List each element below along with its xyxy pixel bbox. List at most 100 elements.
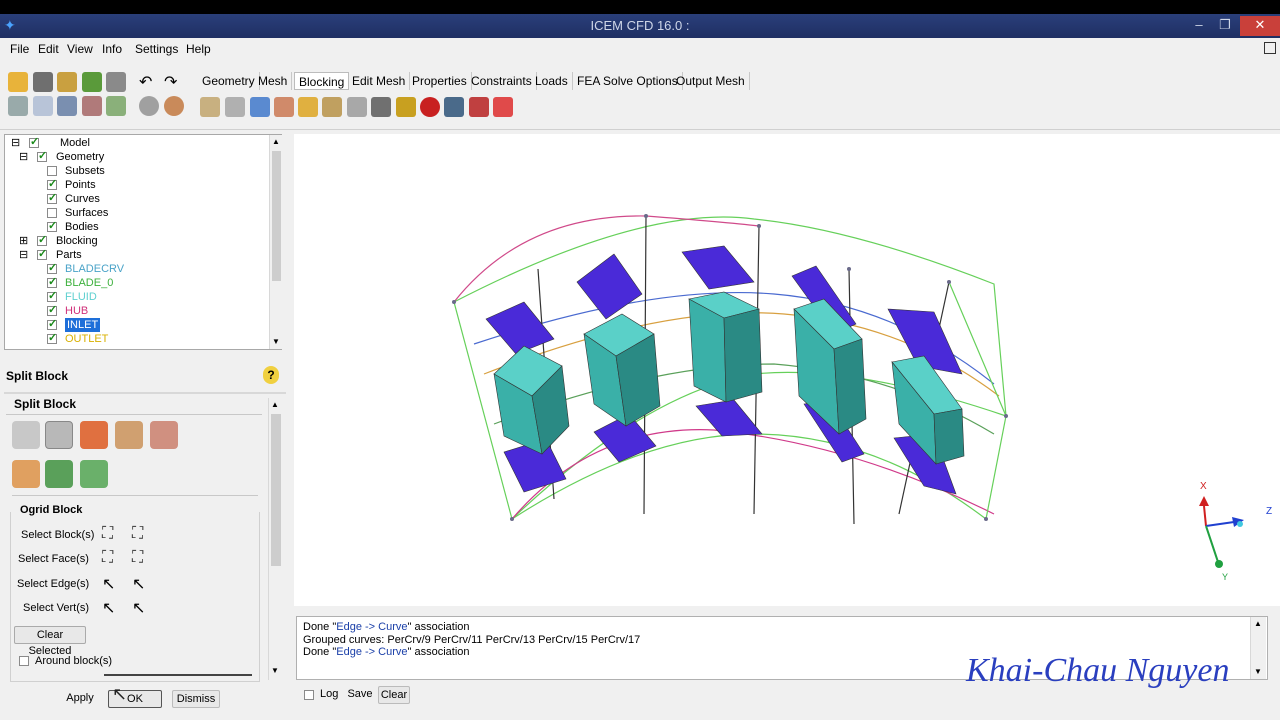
- zoom-icon[interactable]: [33, 96, 53, 116]
- undo-icon[interactable]: ↶: [139, 72, 152, 92]
- restore-icon[interactable]: [1264, 42, 1276, 54]
- split-y-icon[interactable]: [80, 460, 108, 488]
- tree-geometry[interactable]: Geometry: [56, 150, 104, 164]
- tree-part-item[interactable]: BLADE_0: [65, 276, 113, 290]
- dismiss-button[interactable]: Dismiss: [172, 690, 220, 708]
- scroll-down-icon[interactable]: ▼: [1254, 667, 1262, 676]
- mesh-io-icon[interactable]: [106, 72, 126, 92]
- tree-collapse-icon[interactable]: ⊟: [19, 248, 28, 262]
- fit-view-icon[interactable]: [8, 96, 28, 116]
- menu-info[interactable]: Info: [102, 42, 122, 56]
- maximize-icon[interactable]: ❐: [1212, 16, 1238, 36]
- quality-icon[interactable]: [420, 97, 440, 117]
- tree-parts[interactable]: Parts: [56, 248, 82, 262]
- checkbox-subsets[interactable]: [47, 166, 57, 176]
- extend-split-icon[interactable]: [80, 421, 108, 449]
- unselect-face-icon[interactable]: ⛶: [132, 549, 152, 569]
- move-vertex-icon[interactable]: [322, 97, 342, 117]
- wireframe-icon[interactable]: [139, 96, 159, 116]
- tree-collapse-icon[interactable]: ⊟: [11, 136, 20, 150]
- display-icon[interactable]: [106, 96, 126, 116]
- edit-edge-icon[interactable]: [371, 97, 391, 117]
- delete-block-icon[interactable]: [493, 97, 513, 117]
- smoothing-icon[interactable]: [444, 97, 464, 117]
- question-icon[interactable]: ?: [263, 366, 279, 384]
- tree-blocking[interactable]: Blocking: [56, 234, 98, 248]
- save-icon[interactable]: [33, 72, 53, 92]
- console-scrollbar[interactable]: ▲ ▼: [1250, 617, 1266, 679]
- solid-icon[interactable]: [164, 96, 184, 116]
- export-icon[interactable]: [82, 72, 102, 92]
- checkbox-surfaces[interactable]: [47, 208, 57, 218]
- tree-part-item[interactable]: BLADECRV: [65, 262, 124, 276]
- tab-blocking[interactable]: Blocking: [294, 72, 350, 90]
- redo-icon[interactable]: ↷: [164, 72, 177, 92]
- tab-properties[interactable]: Properties: [408, 72, 472, 90]
- select-face-icon[interactable]: ⛶: [102, 549, 122, 569]
- panel-hscroll[interactable]: [104, 674, 252, 676]
- scroll-up-icon[interactable]: ▲: [1254, 619, 1262, 628]
- select-edge-icon[interactable]: ↖: [102, 574, 122, 594]
- tab-geometry[interactable]: Geometry: [198, 72, 260, 90]
- tree-surfaces[interactable]: Surfaces: [65, 206, 108, 220]
- split-periodic-icon[interactable]: [45, 460, 73, 488]
- open-icon[interactable]: [8, 72, 28, 92]
- tree-scroll-thumb[interactable]: [272, 151, 281, 281]
- scroll-down-icon[interactable]: ▼: [272, 337, 280, 346]
- transform-blocks-icon[interactable]: [347, 97, 367, 117]
- tree-part-item[interactable]: OUTLET: [65, 332, 108, 346]
- panel-scroll-thumb[interactable]: [271, 414, 281, 566]
- menu-view[interactable]: View: [67, 42, 93, 56]
- minimize-icon[interactable]: –: [1186, 16, 1212, 36]
- graphics-viewport[interactable]: X Z Y: [294, 134, 1280, 606]
- select-block-icon[interactable]: ⛶: [102, 525, 122, 545]
- split-block-icon[interactable]: [225, 97, 245, 117]
- around-blocks-checkbox[interactable]: [19, 656, 29, 666]
- split-face-icon[interactable]: [115, 421, 143, 449]
- tree-expand-icon[interactable]: ⊞: [19, 234, 28, 248]
- edit-block-icon[interactable]: [274, 97, 294, 117]
- pre-mesh-params-icon[interactable]: [396, 97, 416, 117]
- tree-bodies[interactable]: Bodies: [65, 220, 99, 234]
- distance-icon[interactable]: [82, 96, 102, 116]
- tree-part-item[interactable]: HUB: [65, 304, 88, 318]
- tab-fea-solve-options[interactable]: FEA Solve Options: [573, 72, 683, 90]
- console-save-button[interactable]: Save: [344, 686, 376, 704]
- scroll-up-icon[interactable]: ▲: [271, 400, 279, 409]
- tab-mesh[interactable]: Mesh: [254, 72, 293, 90]
- merge-vertices-icon[interactable]: [250, 97, 270, 117]
- tree-part-item[interactable]: FLUID: [65, 290, 97, 304]
- menu-file[interactable]: File: [10, 42, 29, 56]
- associate-icon[interactable]: [298, 97, 318, 117]
- menu-help[interactable]: Help: [186, 42, 211, 56]
- tab-edit-mesh[interactable]: Edit Mesh: [348, 72, 411, 90]
- tree-collapse-icon[interactable]: ⊟: [19, 150, 28, 164]
- measure-icon[interactable]: [57, 96, 77, 116]
- split-free-icon[interactable]: [150, 421, 178, 449]
- tab-output-mesh[interactable]: Output Mesh: [672, 72, 750, 90]
- menu-settings[interactable]: Settings: [135, 42, 178, 56]
- unselect-edge-icon[interactable]: ↖: [132, 574, 152, 594]
- tree-part-item[interactable]: INLET: [65, 318, 101, 332]
- tree-subsets[interactable]: Subsets: [65, 164, 105, 178]
- unselect-block-icon[interactable]: ⛶: [132, 525, 152, 545]
- scroll-down-icon[interactable]: ▼: [271, 666, 279, 675]
- tab-loads[interactable]: Loads: [531, 72, 573, 90]
- log-checkbox[interactable]: [304, 690, 314, 700]
- tree-points[interactable]: Points: [65, 178, 96, 192]
- create-block-icon[interactable]: [200, 97, 220, 117]
- split-prism-icon[interactable]: [12, 460, 40, 488]
- menu-edit[interactable]: Edit: [38, 42, 59, 56]
- clear-selected-button[interactable]: Clear Selected: [14, 626, 86, 657]
- import-icon[interactable]: [57, 72, 77, 92]
- console-clear-button[interactable]: Clear: [378, 686, 410, 704]
- scroll-up-icon[interactable]: ▲: [272, 137, 280, 146]
- select-vert-icon[interactable]: ↖: [102, 598, 122, 618]
- unselect-vert-icon[interactable]: ↖: [132, 598, 152, 618]
- close-icon[interactable]: ✕: [1240, 16, 1280, 36]
- ogrid-block-icon[interactable]: [45, 421, 73, 449]
- panel-scrollbar[interactable]: ▲ ▼: [268, 398, 282, 680]
- check-blocks-icon[interactable]: [469, 97, 489, 117]
- apply-button[interactable]: Apply: [58, 690, 102, 708]
- tree-scrollbar[interactable]: ▲ ▼: [269, 135, 282, 349]
